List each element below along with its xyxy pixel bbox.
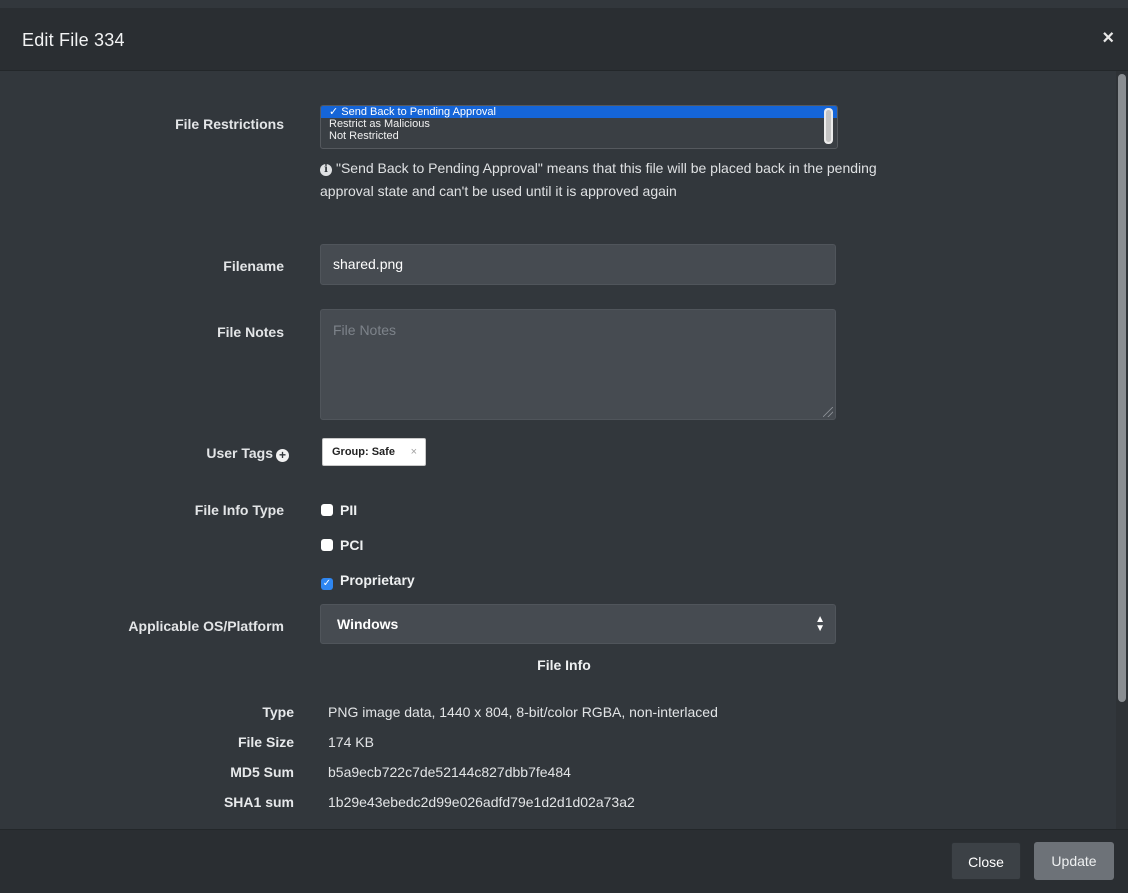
file-notes-label: File Notes: [217, 324, 284, 340]
restriction-option-not-restricted[interactable]: Not Restricted: [321, 130, 837, 142]
checkbox-proprietary[interactable]: ✓ Proprietary: [321, 572, 415, 590]
restrictions-scrollbar[interactable]: [824, 108, 833, 144]
platform-label: Applicable OS/Platform: [128, 618, 284, 634]
restriction-help-text: "Send Back to Pending Approval" means th…: [320, 160, 877, 199]
checkbox-pci-label: PCI: [340, 537, 364, 553]
platform-value: Windows: [337, 616, 399, 632]
info-size-label: File Size: [237, 734, 294, 750]
file-restrictions-select[interactable]: ✓ Send Back to Pending Approval Restrict…: [320, 105, 838, 149]
checkbox-icon[interactable]: [321, 504, 333, 516]
info-type-value: PNG image data, 1440 x 804, 8-bit/color …: [328, 704, 718, 720]
info-md5-value: b5a9ecb722c7de52144c827dbb7fe484: [328, 764, 571, 780]
checkbox-proprietary-label: Proprietary: [340, 572, 415, 588]
restriction-option-pending[interactable]: ✓ Send Back to Pending Approval: [321, 106, 837, 118]
info-size-value: 174 KB: [328, 734, 374, 750]
add-tag-icon[interactable]: +: [276, 449, 289, 462]
file-notes-textarea[interactable]: File Notes: [320, 309, 836, 420]
close-icon[interactable]: ×: [1102, 28, 1114, 48]
user-tag: Group: Safe ×: [322, 438, 426, 466]
modal-footer: Close Update: [0, 829, 1128, 893]
info-sha1-value: 1b29e43ebedc2d99e026adfd79e1d2d1d02a73a2: [328, 794, 635, 810]
checkbox-pii-label: PII: [340, 502, 358, 518]
info-md5-label: MD5 Sum: [230, 764, 294, 780]
file-restrictions-label: File Restrictions: [175, 116, 284, 132]
info-sha1-label: SHA1 sum: [223, 794, 294, 810]
file-info-type-label: File Info Type: [194, 502, 284, 518]
checkbox-pii[interactable]: PII: [321, 502, 357, 518]
update-button[interactable]: Update: [1034, 842, 1114, 880]
file-notes-placeholder: File Notes: [333, 322, 397, 338]
user-tags-label: User Tags: [206, 445, 273, 461]
checkmark-icon[interactable]: ✓: [321, 578, 333, 590]
info-type-label: Type: [262, 704, 294, 720]
remove-tag-icon[interactable]: ×: [411, 439, 417, 465]
filename-label: Filename: [223, 258, 284, 274]
restriction-option-malicious[interactable]: Restrict as Malicious: [321, 118, 837, 130]
user-tags-label-row: User Tags +: [80, 445, 289, 462]
resize-grip-icon[interactable]: [823, 407, 833, 417]
modal-scrollbar-thumb[interactable]: [1118, 74, 1126, 702]
file-info-title: File Info: [537, 657, 591, 673]
restriction-help: i "Send Back to Pending Approval" means t…: [320, 157, 880, 203]
modal-body[interactable]: File Restrictions ✓ Send Back to Pending…: [0, 71, 1128, 829]
modal-header: Edit File 334 ×: [0, 8, 1128, 71]
info-icon: i: [320, 164, 332, 176]
checkbox-pci[interactable]: PCI: [321, 537, 363, 553]
modal-title: Edit File 334: [22, 30, 125, 50]
platform-select[interactable]: Windows ▲ ▼: [320, 604, 836, 644]
filename-input[interactable]: shared.png: [320, 244, 836, 285]
user-tag-label: Group: Safe: [332, 446, 395, 458]
checkbox-icon[interactable]: [321, 539, 333, 551]
close-button[interactable]: Close: [951, 842, 1021, 880]
edit-file-modal: Edit File 334 × File Restrictions ✓ Send…: [0, 0, 1128, 893]
select-arrows-icon: ▲ ▼: [815, 614, 825, 634]
